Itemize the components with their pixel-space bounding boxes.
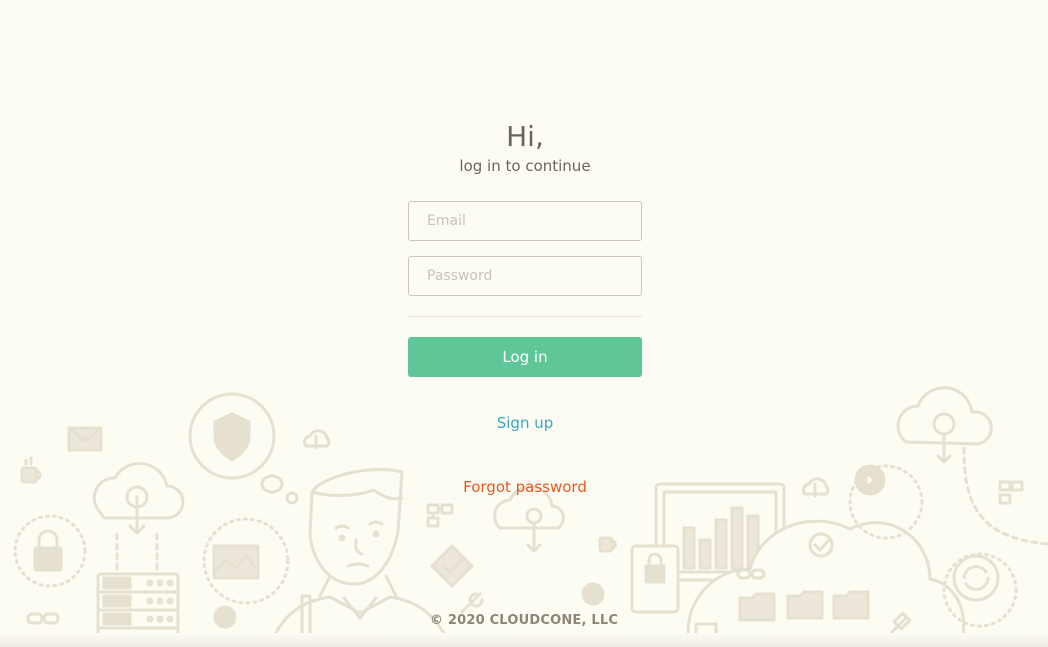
login-form: Hi, log in to continue Log in Sign up Fo… [408, 118, 642, 496]
greeting-heading: Hi, [506, 120, 544, 153]
cloud-upload-icon [92, 461, 185, 535]
form-divider [408, 316, 642, 317]
copyright-footer: © 2020 CLOUDCONE, LLC [429, 613, 619, 628]
login-button[interactable]: Log in [408, 337, 642, 377]
password-field[interactable] [408, 256, 642, 296]
login-subtitle: log in to continue [459, 157, 591, 175]
signup-link[interactable]: Sign up [497, 414, 554, 432]
envelope-icon [67, 426, 103, 452]
picture-icon [202, 517, 290, 605]
email-field[interactable] [408, 201, 642, 241]
forgot-password-link[interactable]: Forgot password [463, 478, 587, 496]
bottom-shade [0, 633, 1048, 647]
padlock-icon [13, 514, 87, 588]
login-page: Hi, log in to continue Log in Sign up Fo… [0, 0, 1048, 647]
shield-icon [188, 392, 299, 505]
coffee-cup-icon [20, 456, 42, 484]
